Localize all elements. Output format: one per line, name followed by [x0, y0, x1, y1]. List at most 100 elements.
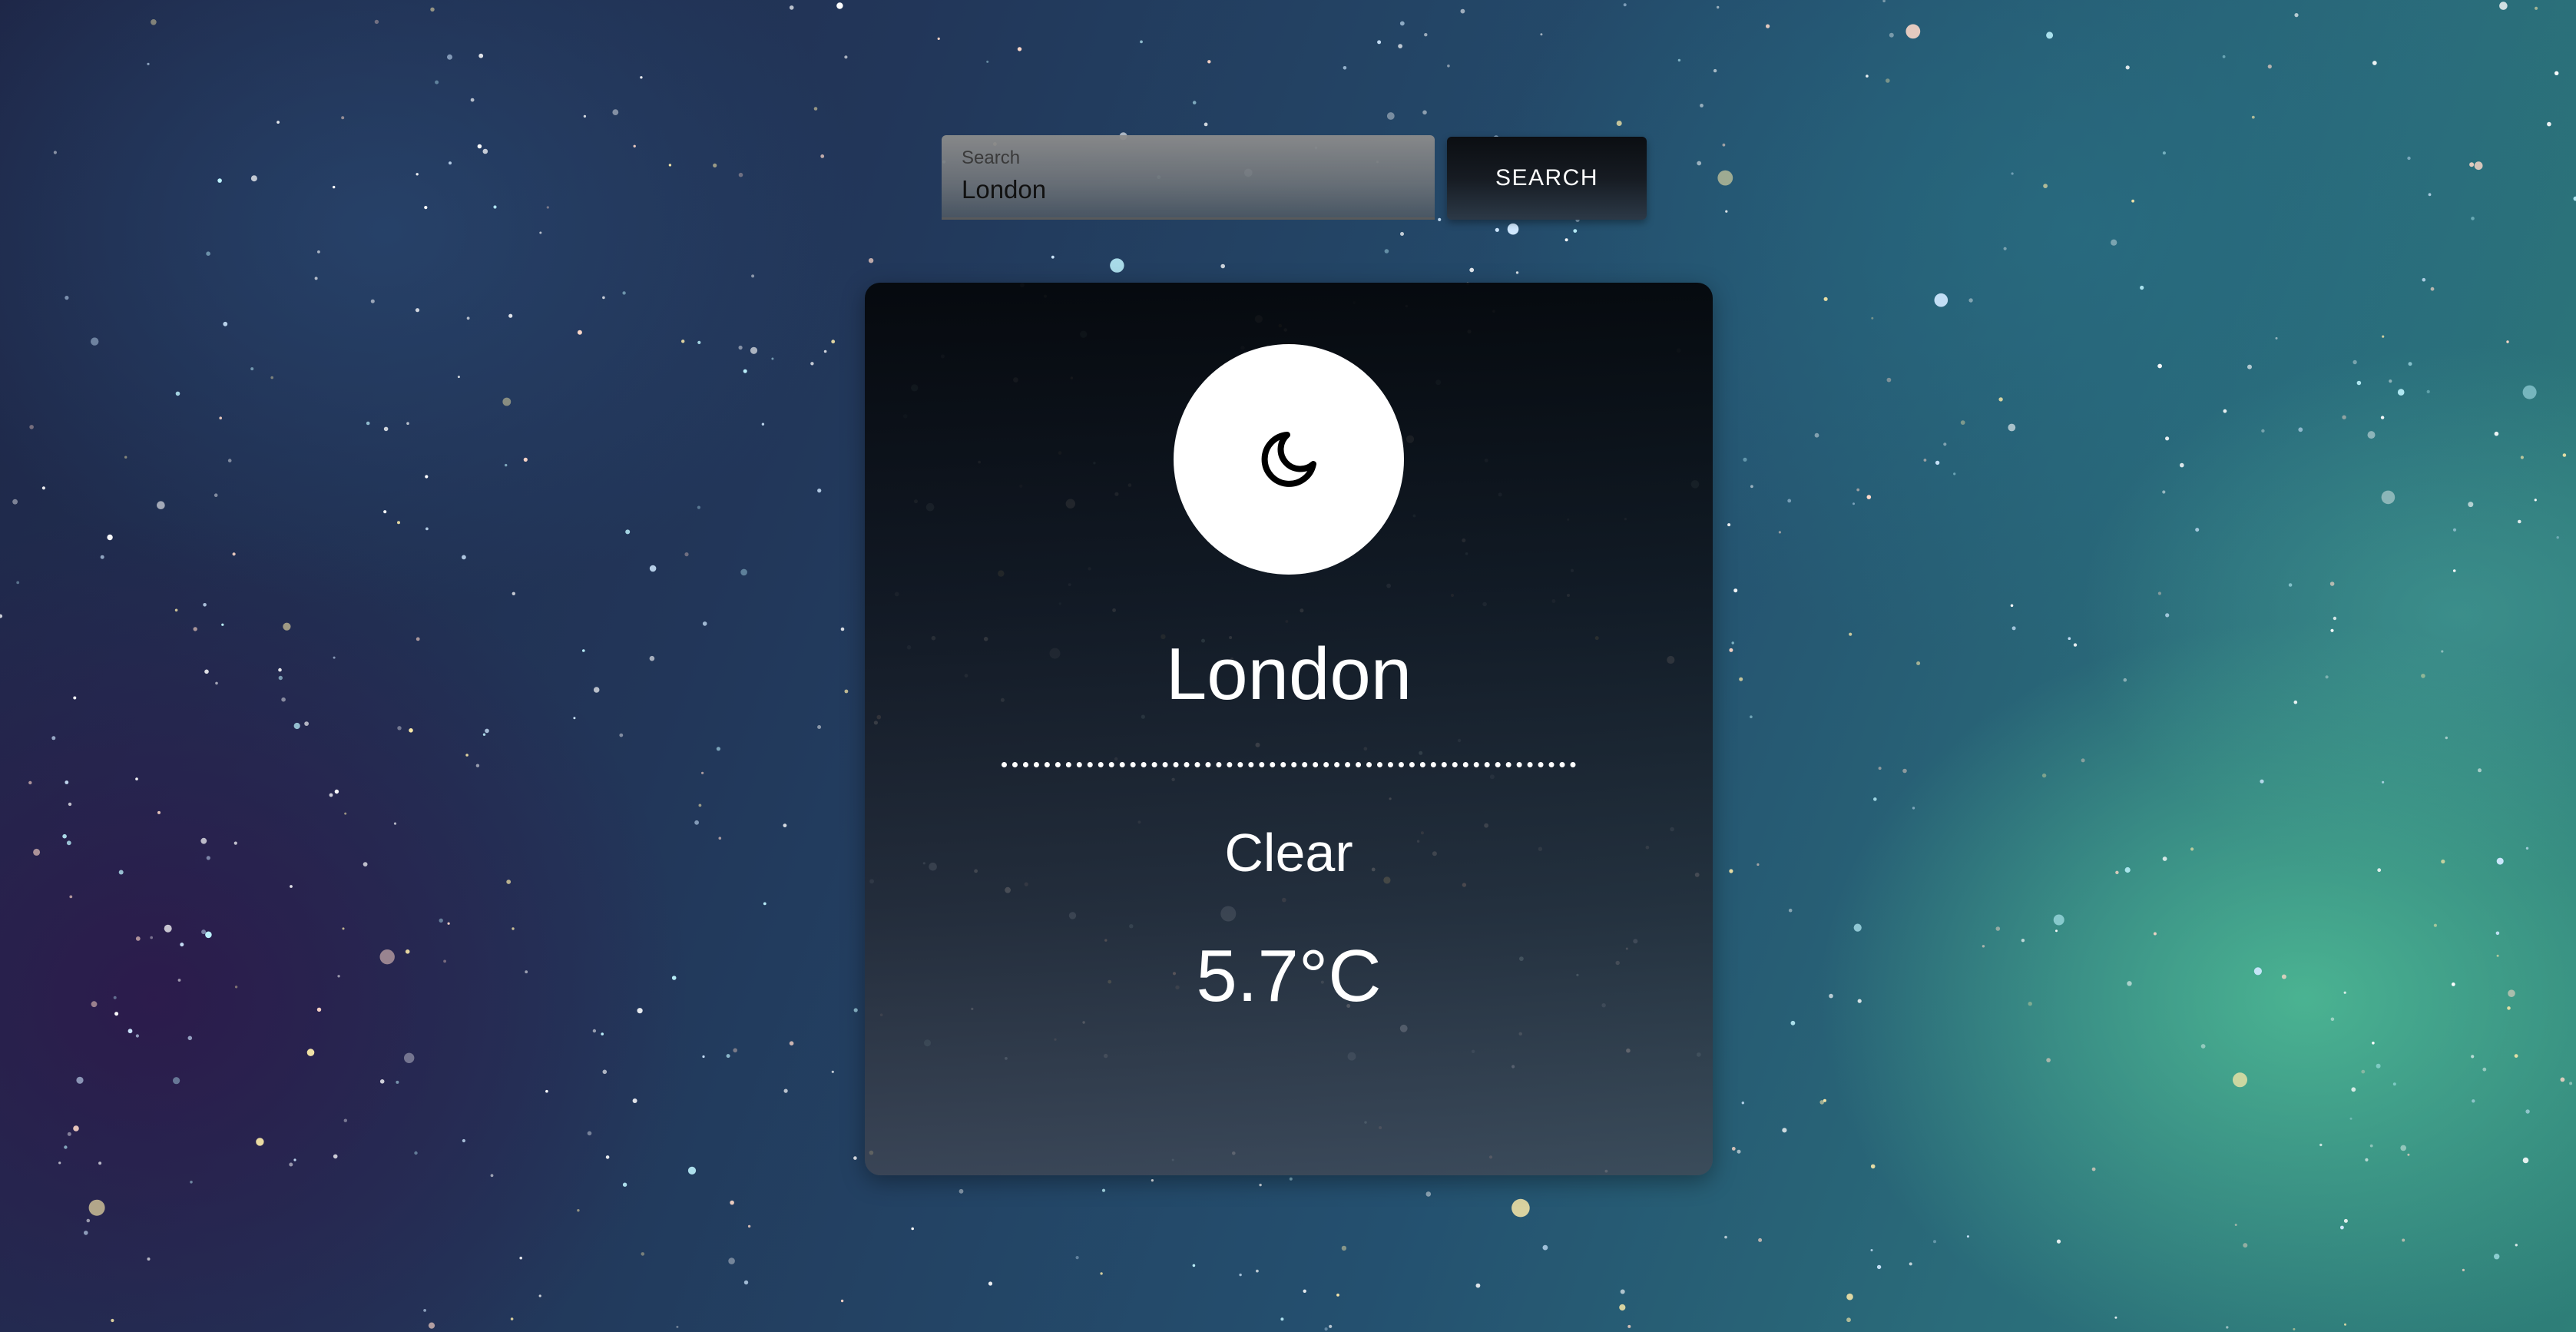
- star: [190, 1181, 193, 1184]
- star: [789, 5, 794, 10]
- star: [256, 1138, 264, 1146]
- star: [2397, 389, 2405, 396]
- star: [502, 397, 512, 406]
- star: [1823, 297, 1828, 301]
- star: [1966, 1235, 1969, 1238]
- star: [2369, 1144, 2373, 1148]
- star: [1876, 1264, 1882, 1270]
- star: [649, 565, 657, 572]
- star: [853, 1008, 858, 1012]
- search-field[interactable]: Search: [942, 135, 1435, 220]
- star: [602, 1069, 608, 1075]
- star: [84, 1231, 88, 1235]
- star: [1677, 58, 1681, 62]
- star: [2372, 1042, 2375, 1045]
- star: [1075, 1256, 1079, 1260]
- star: [2162, 151, 2166, 155]
- star: [538, 1294, 541, 1297]
- star: [53, 151, 57, 154]
- star: [1192, 101, 1197, 104]
- search-input[interactable]: [962, 172, 1407, 207]
- star: [379, 949, 395, 965]
- star: [41, 486, 46, 490]
- star: [396, 1080, 399, 1084]
- star: [545, 1089, 548, 1093]
- star: [1778, 531, 1781, 534]
- star: [2247, 364, 2252, 369]
- star: [2376, 1063, 2381, 1069]
- star: [383, 510, 387, 514]
- star: [823, 350, 827, 353]
- star: [88, 1199, 105, 1216]
- star: [738, 345, 743, 350]
- star: [2041, 773, 2047, 778]
- star: [750, 346, 758, 354]
- star: [1400, 232, 1404, 236]
- star: [490, 1174, 494, 1178]
- star: [1743, 457, 1747, 462]
- star: [65, 780, 69, 784]
- star: [519, 1256, 522, 1260]
- star: [718, 837, 722, 840]
- star: [214, 493, 218, 497]
- star: [1192, 1264, 1196, 1267]
- star: [2055, 929, 2058, 933]
- star: [1846, 1293, 1853, 1301]
- star: [2400, 1145, 2406, 1151]
- star: [2043, 184, 2048, 189]
- star: [601, 1032, 604, 1035]
- star: [1017, 47, 1022, 51]
- star: [428, 1322, 435, 1329]
- star: [293, 1158, 296, 1161]
- star: [2319, 1143, 2323, 1147]
- star: [317, 250, 320, 253]
- star: [817, 489, 822, 493]
- star: [986, 60, 989, 63]
- star: [127, 1029, 133, 1034]
- star: [1909, 1262, 1912, 1266]
- star: [510, 1317, 514, 1320]
- star: [2471, 217, 2475, 220]
- star: [2494, 431, 2499, 436]
- star: [1923, 459, 1927, 462]
- star: [250, 367, 254, 371]
- star: [671, 976, 677, 980]
- star: [2068, 637, 2071, 640]
- star: [482, 148, 488, 154]
- star: [278, 668, 282, 672]
- star: [583, 114, 587, 118]
- star: [2226, 1326, 2229, 1329]
- star: [868, 258, 874, 263]
- star: [702, 621, 707, 626]
- star: [12, 499, 18, 505]
- star: [2569, 1082, 2573, 1085]
- star: [602, 296, 605, 300]
- star: [1280, 1317, 1284, 1321]
- star: [2011, 172, 2014, 175]
- star: [2382, 780, 2385, 784]
- star: [2325, 675, 2329, 679]
- star: [16, 581, 20, 585]
- star: [1110, 258, 1124, 273]
- star: [2407, 1153, 2410, 1156]
- star: [2298, 427, 2303, 432]
- search-button[interactable]: SEARCH: [1447, 137, 1647, 220]
- star: [2356, 380, 2362, 386]
- star: [2478, 768, 2482, 773]
- star: [416, 173, 419, 176]
- star: [278, 675, 283, 681]
- star: [1846, 1317, 1851, 1323]
- star: [1700, 104, 1704, 108]
- star: [1447, 65, 1450, 68]
- star: [1886, 78, 1890, 83]
- star: [393, 822, 397, 825]
- star: [435, 80, 439, 84]
- star: [539, 231, 542, 234]
- star: [2472, 1099, 2475, 1103]
- star: [107, 534, 113, 541]
- star: [2474, 161, 2483, 171]
- star: [477, 144, 482, 149]
- star: [988, 1281, 993, 1286]
- star: [697, 505, 701, 509]
- star: [1902, 768, 1907, 774]
